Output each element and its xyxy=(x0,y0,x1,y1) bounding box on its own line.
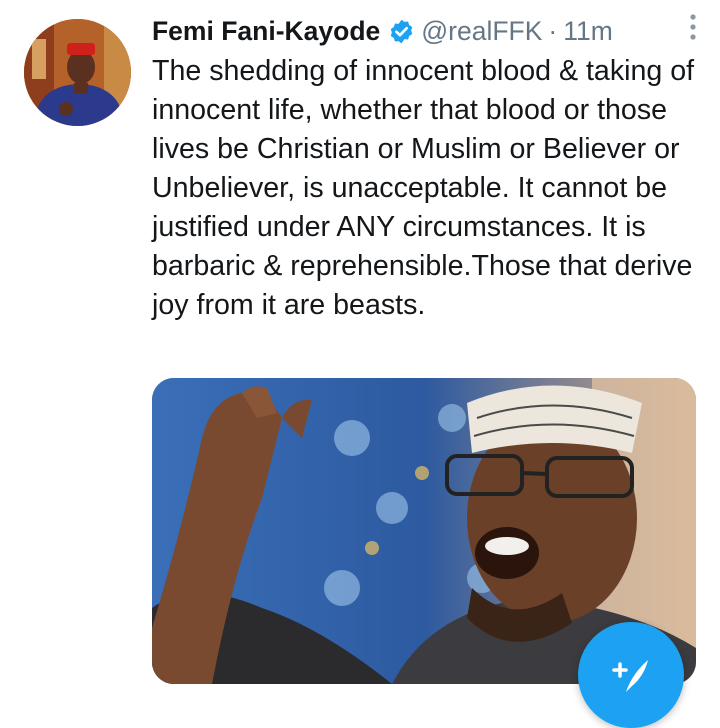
compose-tweet-button[interactable] xyxy=(578,622,684,728)
author-avatar[interactable] xyxy=(24,19,131,126)
author-handle[interactable]: @realFFK xyxy=(421,16,542,47)
author-name[interactable]: Femi Fani-Kayode xyxy=(152,16,380,47)
tweet-header: Femi Fani-Kayode @realFFK · 11m xyxy=(152,10,700,52)
verified-badge-icon xyxy=(388,18,415,45)
compose-tweet-icon xyxy=(612,660,648,692)
tweet[interactable]: Femi Fani-Kayode @realFFK · 11m The shed… xyxy=(0,0,720,728)
tweet-timestamp[interactable]: 11m xyxy=(563,16,613,47)
more-vertical-icon[interactable] xyxy=(682,11,704,45)
separator-dot: · xyxy=(548,15,558,46)
tweet-text: The shedding of innocent blood & taking … xyxy=(152,55,695,321)
